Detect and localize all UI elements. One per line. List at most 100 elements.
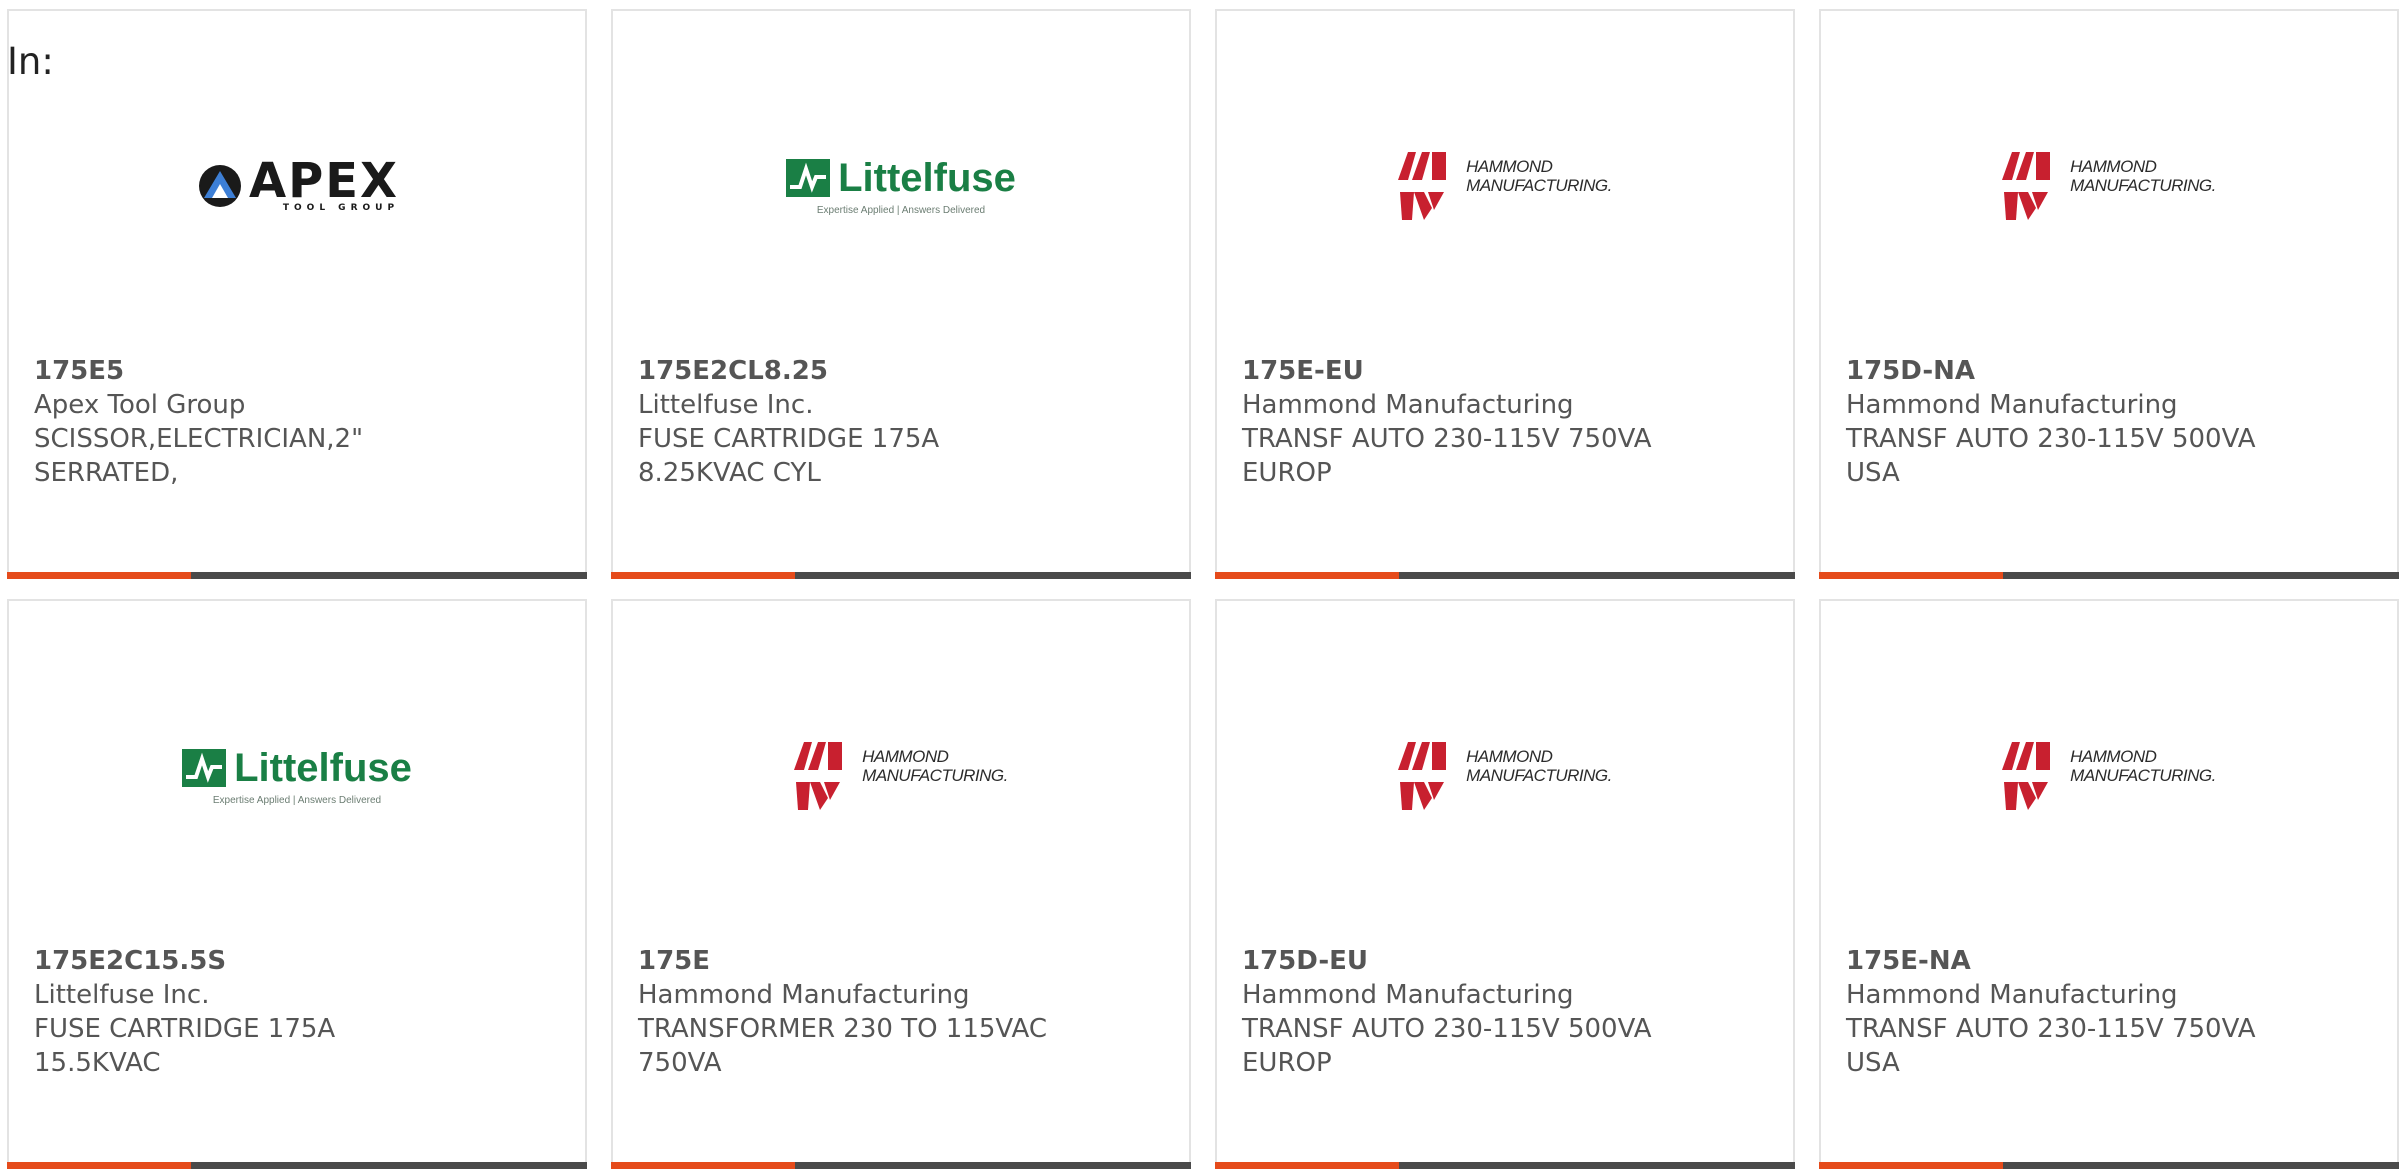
hammond-logo-line1: HAMMOND [862,747,949,766]
product-info: 175E Hammond Manufacturing TRANSFORMER 2… [638,944,1169,1080]
manufacturer-logo: Littelfuse Expertise Applied | Answers D… [9,721,585,831]
product-description: TRANSF AUTO 230-115V 500VA EUROP [1242,1014,1652,1078]
card-bar-accent [1215,1162,1399,1169]
product-card[interactable]: HAMMOND MANUFACTURING. 175E-EU Hammond M… [1215,9,1795,579]
hammond-logo-icon [2002,742,2051,810]
littelfuse-logo-text: Littelfuse [234,745,412,790]
product-info: 175E-EU Hammond Manufacturing TRANSF AUT… [1242,354,1773,490]
product-card[interactable]: HAMMOND MANUFACTURING. 175D-NA Hammond M… [1819,9,2399,579]
part-number[interactable]: 175E5 [34,354,565,388]
apex-logo-icon [198,165,241,207]
manufacturer-logo: Littelfuse Expertise Applied | Answers D… [613,131,1189,241]
card-bar-accent [611,1162,795,1169]
hammond-logo-line1: HAMMOND [1466,747,1553,766]
card-bar-accent [1215,572,1399,579]
card-bottom-bar [7,572,587,579]
hammond-logo-line2: MANUFACTURING. [862,766,1008,785]
product-description: TRANSF AUTO 230-115V 750VA EUROP [1242,424,1652,488]
product-info: 175E2CL8.25 Littelfuse Inc. FUSE CARTRID… [638,354,1169,490]
littelfuse-logo-text: Littelfuse [838,155,1016,200]
hammond-logo-icon [1398,742,1447,810]
manufacturer-logo: HAMMOND MANUFACTURING. [1217,131,1793,241]
card-bar-dark [795,1162,1191,1169]
product-description: SCISSOR,ELECTRICIAN,2" SERRATED, [34,424,364,488]
part-number[interactable]: 175E [638,944,1169,978]
product-info: 175D-EU Hammond Manufacturing TRANSF AUT… [1242,944,1773,1080]
hammond-logo-line2: MANUFACTURING. [2070,176,2216,195]
card-bar-accent [611,572,795,579]
manufacturer-logo: HAMMOND MANUFACTURING. [1821,131,2397,241]
product-card[interactable]: APEX TOOL GROUP 175E5 Apex Tool Group SC… [7,9,587,579]
card-bar-accent [7,1162,191,1169]
manufacturer-logo: HAMMOND MANUFACTURING. [613,721,1189,831]
hammond-logo: HAMMOND MANUFACTURING. [1398,740,1612,812]
hammond-logo-line1: HAMMOND [1466,157,1553,176]
part-number[interactable]: 175E2C15.5S [34,944,565,978]
card-bottom-bar [1819,572,2399,579]
product-info: 175E2C15.5S Littelfuse Inc. FUSE CARTRID… [34,944,565,1080]
hammond-logo-line2: MANUFACTURING. [2070,766,2216,785]
hammond-logo-line2: MANUFACTURING. [1466,766,1612,785]
hammond-logo-icon [794,742,843,810]
card-bar-dark [2003,1162,2399,1169]
manufacturer-name: Hammond Manufacturing [1242,390,1574,420]
littelfuse-logo-tagline: Expertise Applied | Answers Delivered [212,794,382,806]
littelfuse-logo-icon [786,158,831,197]
card-bottom-bar [1215,572,1795,579]
card-bar-dark [1399,572,1795,579]
product-card[interactable]: Littelfuse Expertise Applied | Answers D… [611,9,1191,579]
part-number[interactable]: 175E-NA [1846,944,2377,978]
manufacturer-logo: HAMMOND MANUFACTURING. [1821,721,2397,831]
card-bar-dark [1399,1162,1795,1169]
littelfuse-logo: Littelfuse Expertise Applied | Answers D… [182,747,412,806]
hammond-logo-line1: HAMMOND [2070,747,2157,766]
manufacturer-name: Hammond Manufacturing [638,980,970,1010]
hammond-logo-icon [2002,152,2051,220]
hammond-logo: HAMMOND MANUFACTURING. [794,740,1008,812]
card-bottom-bar [7,1162,587,1169]
manufacturer-name: Littelfuse Inc. [638,390,814,420]
product-info: 175D-NA Hammond Manufacturing TRANSF AUT… [1846,354,2377,490]
product-info: 175E-NA Hammond Manufacturing TRANSF AUT… [1846,944,2377,1080]
card-bar-dark [191,1162,587,1169]
hammond-logo-line2: MANUFACTURING. [1466,176,1612,195]
card-bottom-bar [1819,1162,2399,1169]
card-bar-accent [1819,1162,2003,1169]
littelfuse-logo-tagline: Expertise Applied | Answers Delivered [816,204,986,216]
product-grid: APEX TOOL GROUP 175E5 Apex Tool Group SC… [7,9,2400,1169]
hammond-logo: HAMMOND MANUFACTURING. [1398,150,1612,222]
card-bottom-bar [611,572,1191,579]
hammond-logo-icon [1398,152,1447,220]
manufacturer-name: Hammond Manufacturing [1242,980,1574,1010]
card-bar-accent [7,572,191,579]
product-card[interactable]: HAMMOND MANUFACTURING. 175E Hammond Manu… [611,599,1191,1169]
product-card[interactable]: HAMMOND MANUFACTURING. 175E-NA Hammond M… [1819,599,2399,1169]
card-bar-accent [1819,572,2003,579]
card-bottom-bar [1215,1162,1795,1169]
product-description: TRANSFORMER 230 TO 115VAC 750VA [638,1014,1048,1078]
manufacturer-logo: APEX TOOL GROUP [9,131,585,241]
product-card[interactable]: HAMMOND MANUFACTURING. 175D-EU Hammond M… [1215,599,1795,1169]
product-description: TRANSF AUTO 230-115V 750VA USA [1846,1014,2256,1078]
product-info: 175E5 Apex Tool Group SCISSOR,ELECTRICIA… [34,354,565,490]
in-label: In: [7,40,54,83]
littelfuse-logo: Littelfuse Expertise Applied | Answers D… [786,157,1016,216]
part-number[interactable]: 175D-NA [1846,354,2377,388]
card-bar-dark [2003,572,2399,579]
apex-logo: APEX TOOL GROUP [195,157,399,213]
part-number[interactable]: 175D-EU [1242,944,1773,978]
part-number[interactable]: 175E-EU [1242,354,1773,388]
manufacturer-logo: HAMMOND MANUFACTURING. [1217,721,1793,831]
littelfuse-logo-icon [182,748,227,787]
card-bottom-bar [611,1162,1191,1169]
hammond-logo: HAMMOND MANUFACTURING. [2002,740,2216,812]
card-bar-dark [191,572,587,579]
card-bar-dark [795,572,1191,579]
product-description: FUSE CARTRIDGE 175A 15.5KVAC [34,1014,336,1078]
part-number[interactable]: 175E2CL8.25 [638,354,1169,388]
product-card[interactable]: Littelfuse Expertise Applied | Answers D… [7,599,587,1169]
hammond-logo-line1: HAMMOND [2070,157,2157,176]
manufacturer-name: Hammond Manufacturing [1846,390,2178,420]
hammond-logo: HAMMOND MANUFACTURING. [2002,150,2216,222]
manufacturer-name: Littelfuse Inc. [34,980,210,1010]
